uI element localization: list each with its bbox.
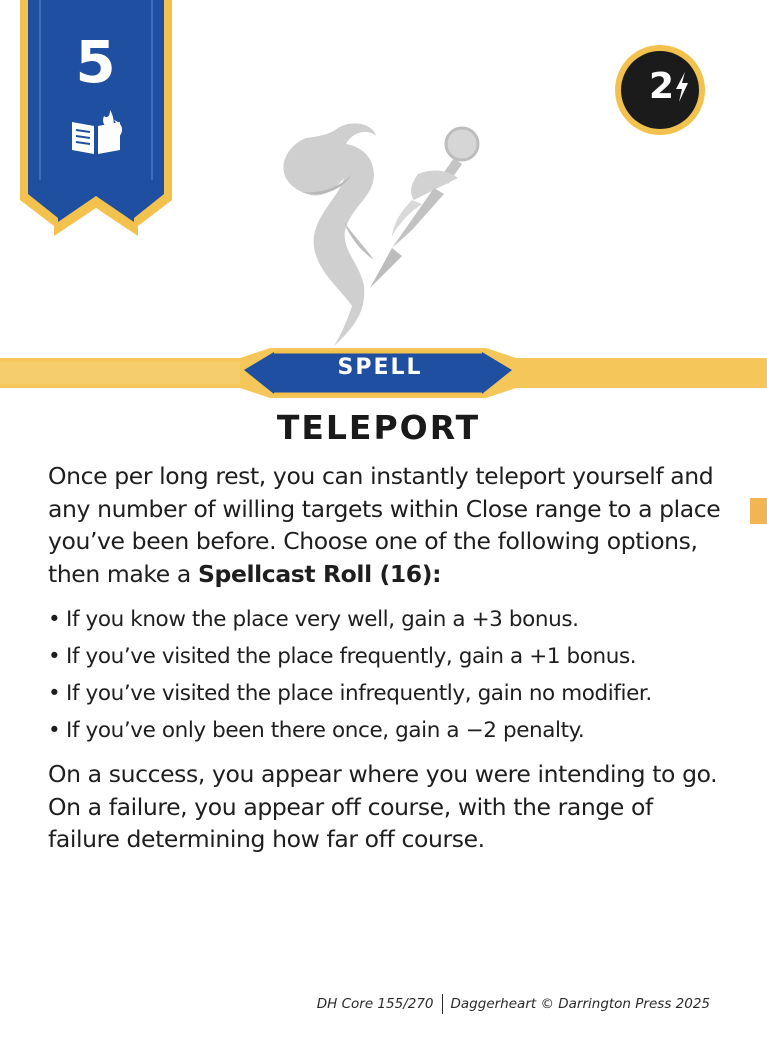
- level-number: 5: [75, 28, 117, 96]
- option-text: If you know the place very well, gain a …: [66, 607, 579, 632]
- bullet-icon: •: [48, 607, 61, 632]
- list-item: • If you know the place very well, gain a…: [48, 604, 728, 635]
- options-list: • If you know the place very well, gain a…: [48, 604, 728, 746]
- card-title: TELEPORT: [276, 408, 481, 447]
- footer-divider: [441, 994, 443, 1014]
- bullet-icon: •: [48, 718, 61, 743]
- intro-colon: :: [432, 559, 442, 588]
- option-text: If you’ve only been there once, gain a −…: [66, 718, 585, 743]
- dragon-sword-illustration: [283, 123, 480, 346]
- intro-paragraph: Once per long rest, you can instantly te…: [48, 460, 728, 590]
- option-text: If you’ve visited the place frequently, …: [66, 644, 637, 669]
- codex-book-flame-icon: [72, 110, 123, 154]
- list-item: • If you’ve visited the place frequently,…: [48, 641, 728, 672]
- card-number: DH Core 155/270: [316, 996, 434, 1012]
- card-footer: DH Core 155/270 Daggerheart © Darrington …: [290, 994, 710, 1014]
- recall-cost-value: 2: [648, 66, 674, 107]
- copyright-text: Daggerheart © Darrington Press 2025: [450, 996, 710, 1012]
- edge-tab: [750, 498, 767, 524]
- bullet-icon: •: [48, 644, 61, 669]
- lightning-bolt-icon: [676, 72, 688, 102]
- card-type-label: SPELL: [337, 355, 423, 380]
- outcome-paragraph: On a success, you appear where you were …: [48, 760, 718, 853]
- card-description: Once per long rest, you can instantly te…: [48, 460, 728, 856]
- list-item: • If you’ve only been there once, gain a …: [48, 715, 728, 746]
- list-item: • If you’ve visited the place infrequentl…: [48, 678, 728, 709]
- option-text: If you’ve visited the place infrequently…: [66, 681, 652, 706]
- domain-card: 5 2 SPELL TELEPORT Once per long rest, y…: [0, 0, 767, 1052]
- spellcast-roll-text: Spellcast Roll (16): [198, 559, 433, 588]
- bullet-icon: •: [48, 681, 61, 706]
